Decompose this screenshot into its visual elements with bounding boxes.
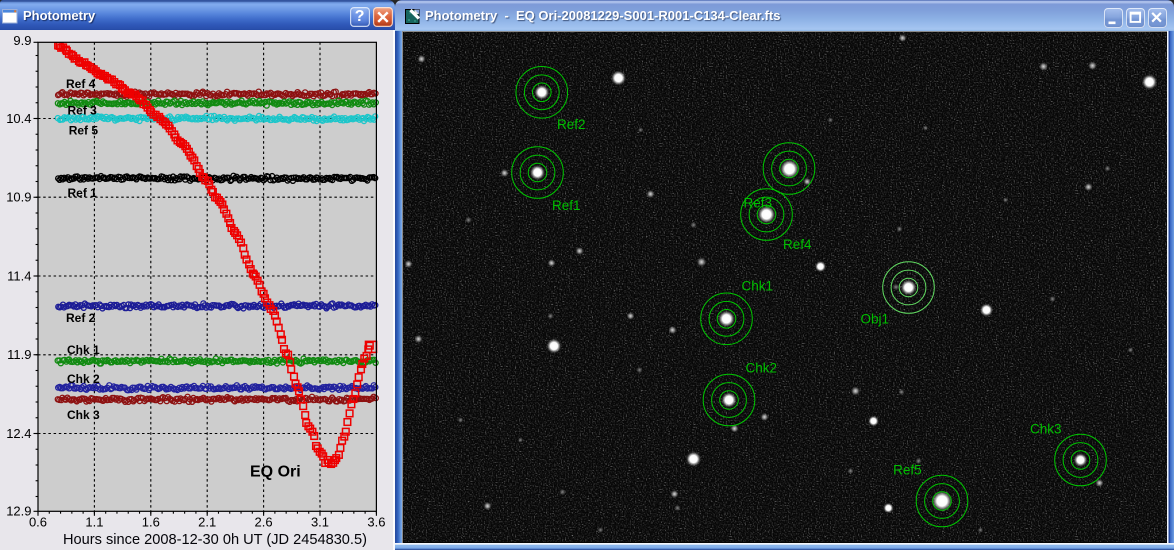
svg-text:Ref 2: Ref 2 xyxy=(66,311,96,325)
svg-text:0.6: 0.6 xyxy=(29,514,47,529)
svg-text:1.1: 1.1 xyxy=(85,514,103,529)
svg-text:1.6: 1.6 xyxy=(142,514,160,529)
svg-text:Ref3: Ref3 xyxy=(743,196,772,211)
svg-text:9.9: 9.9 xyxy=(13,33,31,48)
svg-text:Hours since 2008-12-30 0h UT (: Hours since 2008-12-30 0h UT (JD 2454830… xyxy=(63,532,367,548)
svg-text:Chk2: Chk2 xyxy=(745,361,777,376)
svg-text:3.6: 3.6 xyxy=(367,514,385,529)
svg-text:EQ Ori: EQ Ori xyxy=(250,464,301,481)
svg-text:Chk 3: Chk 3 xyxy=(67,408,100,422)
svg-text:2.1: 2.1 xyxy=(198,514,216,529)
svg-text:12.4: 12.4 xyxy=(6,426,31,441)
svg-text:Ref2: Ref2 xyxy=(557,117,586,132)
svg-text:Ref 3: Ref 3 xyxy=(68,104,98,118)
svg-text:Chk 2: Chk 2 xyxy=(67,372,100,386)
svg-text:3.1: 3.1 xyxy=(311,514,329,529)
svg-text:Obj1: Obj1 xyxy=(860,312,889,327)
svg-text:11.9: 11.9 xyxy=(7,347,31,362)
svg-text:2.6: 2.6 xyxy=(255,514,273,529)
svg-text:Ref1: Ref1 xyxy=(552,198,581,213)
svg-text:Ref4: Ref4 xyxy=(783,237,812,252)
svg-text:11.4: 11.4 xyxy=(7,268,31,283)
svg-text:10.4: 10.4 xyxy=(6,111,31,126)
svg-text:Chk 1: Chk 1 xyxy=(67,343,100,357)
svg-text:Ref5: Ref5 xyxy=(893,463,922,478)
svg-text:12.9: 12.9 xyxy=(6,504,31,519)
svg-text:Ref 1: Ref 1 xyxy=(68,186,98,200)
svg-text:Ref 5: Ref 5 xyxy=(69,124,99,138)
svg-text:10.9: 10.9 xyxy=(6,190,31,205)
svg-text:Ref 4: Ref 4 xyxy=(66,77,96,91)
svg-text:Chk3: Chk3 xyxy=(1030,422,1062,437)
svg-text:Chk1: Chk1 xyxy=(741,279,773,294)
